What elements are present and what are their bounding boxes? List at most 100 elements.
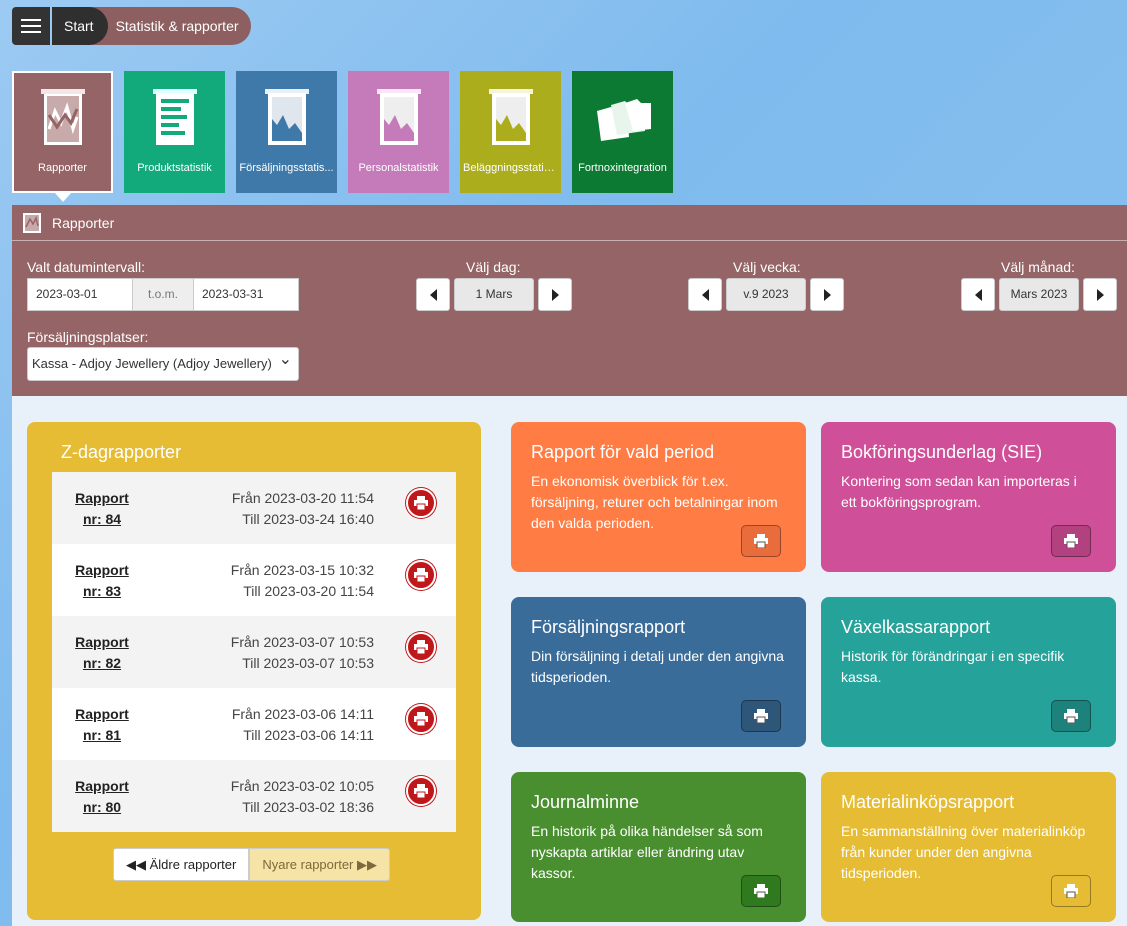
card-journal: Journalminne En historik på olika händel… (511, 772, 806, 922)
print-icon[interactable] (406, 488, 436, 518)
printer-icon (1064, 534, 1078, 548)
print-icon[interactable] (406, 704, 436, 734)
line-chart-icon (23, 212, 41, 233)
list-item: Rapport nr: 84 Från 2023-03-20 11:54 Till … (52, 472, 456, 544)
print-icon[interactable] (406, 776, 436, 806)
list-item: Rapport nr: 80 Från 2023-03-02 10:05 Till … (52, 760, 456, 832)
report-link[interactable]: Rapport nr: 83 (74, 560, 130, 602)
printer-icon (754, 884, 768, 898)
report-dates: Från 2023-03-02 10:05 Till 2023-03-02 18:… (230, 778, 374, 815)
hamburger-menu-button[interactable] (12, 7, 50, 45)
list-item: Rapport nr: 82 Från 2023-03-07 10:53 Till … (52, 616, 456, 688)
month-value[interactable]: Mars 2023 (999, 278, 1079, 311)
tile-personalstatistik[interactable]: Personalstatistik (348, 71, 449, 193)
card-title: Växelkassarapport (841, 617, 991, 637)
card-title: Materialinköpsrapport (841, 792, 1015, 812)
tile-label: Försäljningsstatis... (239, 162, 334, 174)
tile-label: Fortnoxintegration (578, 162, 667, 174)
tile-label: Personalstatistik (358, 162, 439, 174)
next-week-button[interactable] (810, 278, 844, 311)
card-change-register: Växelkassarapport Historik för förändrin… (821, 597, 1116, 747)
report-dates: Från 2023-03-07 10:53 Till 2023-03-07 10:… (230, 634, 374, 671)
printer-icon (1064, 884, 1078, 898)
next-day-button[interactable] (538, 278, 572, 311)
card-text: Historik för förändringar i en specifik … (841, 648, 1065, 685)
week-label: Välj vecka: (733, 259, 801, 275)
card-sales-report: Försäljningsrapport Din försäljning i de… (511, 597, 806, 747)
report-link[interactable]: Rapport nr: 81 (74, 704, 130, 746)
document-list-icon (152, 89, 197, 150)
tile-label: Beläggningsstatis... (463, 162, 559, 174)
category-tiles: Rapporter Produktstatistik Försäljningss… (12, 71, 673, 202)
card-title: Bokföringsunderlag (SIE) (841, 442, 1043, 462)
tile-label: Produktstatistik (137, 162, 212, 174)
line-chart-icon (40, 89, 85, 150)
newer-reports-button[interactable]: Nyare rapporter ▶▶ (249, 848, 391, 881)
prev-week-button[interactable] (688, 278, 722, 311)
report-link[interactable]: Rapport nr: 80 (74, 776, 130, 818)
list-item: Rapport nr: 81 Från 2023-03-06 14:11 Till … (52, 688, 456, 760)
card-text: Kontering som sedan kan importeras i ett… (841, 473, 1077, 510)
z-reports-list: Rapport nr: 84 Från 2023-03-20 11:54 Till … (52, 472, 456, 832)
panel-title: Rapporter (52, 214, 115, 231)
tile-produktstatistik[interactable]: Produktstatistik (124, 71, 225, 193)
tile-label: Rapporter (38, 162, 87, 174)
card-material-purchase: Materialinköpsrapport En sammanställning… (821, 772, 1116, 922)
print-button[interactable] (1051, 525, 1091, 557)
day-value[interactable]: 1 Mars (454, 278, 534, 311)
double-right-icon: ▶▶ (357, 857, 378, 872)
date-range-label: Valt datumintervall: (27, 259, 146, 275)
week-value[interactable]: v.9 2023 (726, 278, 806, 311)
card-text: Din försäljning i detalj under den angiv… (531, 648, 784, 685)
tile-fortnoxintegration[interactable]: Fortnoxintegration (572, 71, 673, 193)
next-month-button[interactable] (1083, 278, 1117, 311)
print-button[interactable] (741, 525, 781, 557)
area-chart-icon (488, 89, 533, 150)
tile-forsaljningsstatistik[interactable]: Försäljningsstatis... (236, 71, 337, 193)
month-label: Välj månad: (1001, 259, 1075, 275)
breadcrumb-start[interactable]: Start (52, 7, 108, 45)
report-filter-panel: Rapporter Valt datumintervall: 2023-03-0… (12, 205, 1127, 396)
card-period-report: Rapport för vald period En ekonomisk öve… (511, 422, 806, 572)
z-reports-title: Z-dagrapporter (61, 442, 182, 462)
location-select[interactable]: Kassa - Adjoy Jewellery (Adjoy Jewellery… (27, 344, 299, 381)
list-item: Rapport nr: 83 Från 2023-03-15 10:32 Till … (52, 544, 456, 616)
print-button[interactable] (741, 700, 781, 732)
print-button[interactable] (1051, 700, 1091, 732)
print-button[interactable] (1051, 875, 1091, 907)
prev-day-button[interactable] (416, 278, 450, 311)
report-dates: Från 2023-03-06 14:11 Till 2023-03-06 14:… (231, 706, 374, 743)
print-icon[interactable] (406, 632, 436, 662)
print-button[interactable] (741, 875, 781, 907)
date-from-input[interactable]: 2023-03-01 (27, 278, 133, 311)
top-bar: Start Statistik & rapporter (12, 7, 251, 45)
double-left-icon: ◀◀ (126, 857, 146, 872)
report-link[interactable]: Rapport nr: 84 (74, 488, 130, 530)
area-chart-icon (264, 89, 309, 150)
printer-icon (754, 534, 768, 548)
breadcrumb-current[interactable]: Statistik & rapporter (87, 7, 251, 45)
z-reports-box: Z-dagrapporter Rapport nr: 84 Från 2023-0… (27, 422, 481, 920)
report-link[interactable]: Rapport nr: 82 (74, 632, 130, 674)
report-dates: Från 2023-03-20 11:54 Till 2023-03-24 16:… (231, 490, 374, 527)
printer-icon (1064, 709, 1078, 723)
area-chart-icon (376, 89, 421, 150)
card-title: Rapport för vald period (531, 442, 715, 462)
older-reports-button[interactable]: ◀◀ Äldre rapporter (113, 848, 250, 881)
printer-icon (754, 709, 768, 723)
prev-month-button[interactable] (961, 278, 995, 311)
print-icon[interactable] (406, 560, 436, 590)
card-title: Journalminne (531, 792, 640, 812)
date-separator: t.o.m. (132, 278, 194, 311)
location-label: Försäljningsplatser: (27, 329, 149, 345)
card-title: Försäljningsrapport (531, 617, 686, 637)
tile-rapporter[interactable]: Rapporter (12, 71, 113, 202)
card-sie: Bokföringsunderlag (SIE) Kontering som s… (821, 422, 1116, 572)
day-label: Välj dag: (466, 259, 521, 275)
date-to-input[interactable]: 2023-03-31 (193, 278, 299, 311)
pagination: ◀◀ Äldre rapporter Nyare rapporter ▶▶ (113, 848, 391, 881)
folders-icon (593, 99, 653, 146)
report-dates: Från 2023-03-15 10:32 Till 2023-03-20 11:… (230, 562, 374, 599)
tile-belaggningsstatistik[interactable]: Beläggningsstatis... (460, 71, 561, 193)
panel-header: Rapporter (12, 205, 1127, 241)
